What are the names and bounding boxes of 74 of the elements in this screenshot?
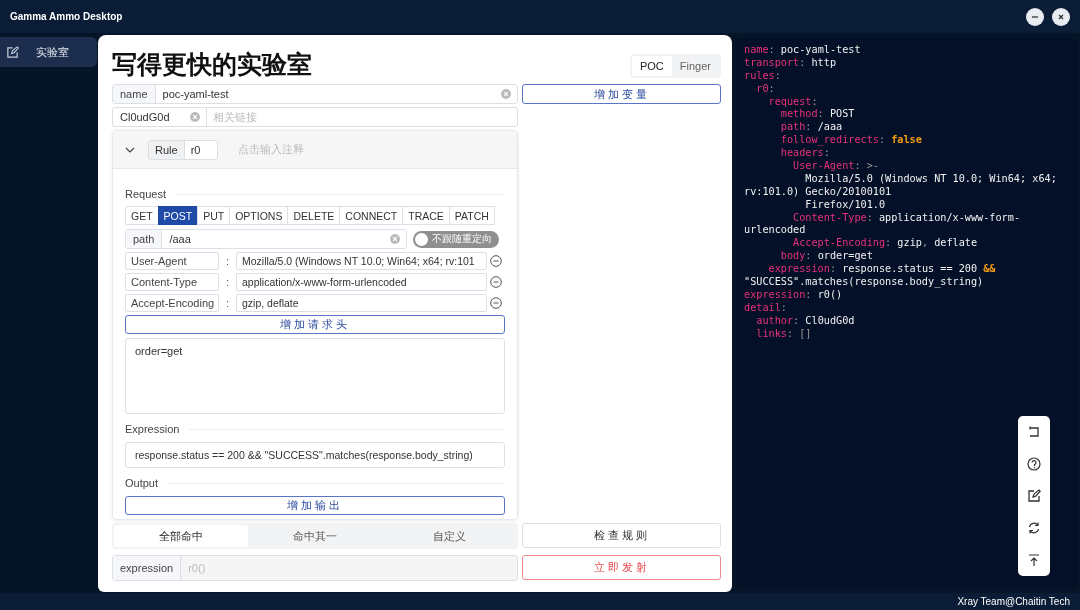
- code-line: Accept-Encoding: gzip, deflate: [792, 237, 979, 251]
- edit-icon[interactable]: [1027, 489, 1041, 503]
- author-field[interactable]: Cl0udG0d: [112, 107, 207, 127]
- rule-id-field[interactable]: Rule r0: [148, 139, 218, 160]
- window-title: Gamma Ammo Desktop: [10, 11, 123, 22]
- code-line: detail:: [744, 301, 788, 315]
- code-line: Content-Type: application/x-www-form-: [792, 211, 1022, 225]
- header-name-field[interactable]: User-Agent: [125, 252, 219, 270]
- method-tab[interactable]: DELETE: [287, 206, 341, 225]
- code-line: name: poc-yaml-test: [744, 44, 862, 57]
- code-line: headers:: [779, 147, 831, 160]
- section-label: Output: [125, 477, 159, 489]
- colon: :: [224, 276, 231, 288]
- minimize-button[interactable]: [1026, 7, 1044, 26]
- colon: :: [224, 255, 231, 267]
- colon: :: [224, 297, 231, 309]
- code-line: User-Agent: >-: [792, 160, 880, 173]
- code-line: Mozilla/5.0 (Windows NT 10.0; Win64; x64;: [804, 172, 1058, 186]
- code-line: links: []: [755, 327, 813, 341]
- code-line: transport: http: [744, 56, 838, 70]
- section-label: Request: [125, 188, 166, 200]
- method-tab[interactable]: GET: [125, 206, 159, 225]
- code-line: expression: r0(): [744, 288, 844, 302]
- remove-icon[interactable]: [490, 255, 502, 267]
- method-tab[interactable]: TRACE: [402, 206, 450, 225]
- add-output-button[interactable]: 增加输出: [125, 496, 505, 515]
- method-tab[interactable]: CONNECT: [339, 206, 404, 225]
- code-line: body: order=get: [779, 250, 874, 264]
- method-tab[interactable]: PATCH: [448, 206, 495, 225]
- code-line: r0:: [755, 82, 776, 96]
- to-top-icon[interactable]: [1027, 553, 1041, 567]
- page-title: 写得更快的实验室: [112, 49, 313, 81]
- mode-tab[interactable]: POC: [631, 56, 672, 76]
- code-line: urlencoded: [744, 224, 807, 238]
- code-line: author: Cl0udG0d: [755, 314, 856, 328]
- match-mode-tab[interactable]: 全部命中: [114, 525, 248, 547]
- header-value-field[interactable]: application/x-www-form-urlencoded: [236, 273, 487, 291]
- code-line: path: /aaa: [779, 121, 844, 135]
- header-value-field[interactable]: gzip, deflate: [236, 294, 487, 312]
- code-line: Firefox/101.0: [804, 198, 887, 212]
- remove-icon[interactable]: [490, 276, 502, 288]
- match-mode-tab[interactable]: 命中其一: [248, 525, 382, 547]
- remove-icon[interactable]: [490, 297, 502, 309]
- expression-input[interactable]: response.status == 200 && "SUCCESS".matches(response.body_string): [125, 442, 505, 468]
- sidebar-item[interactable]: 实验室: [0, 37, 97, 67]
- code-line: "SUCCESS".matches(response.body_string): [744, 276, 985, 289]
- code-line: expression: response.status == 200 &&: [767, 263, 997, 277]
- fire-button[interactable]: 立即发射: [522, 555, 721, 580]
- header-name-field[interactable]: Accept-Encoding: [125, 294, 219, 312]
- close-button[interactable]: [1052, 7, 1070, 26]
- add-header-button[interactable]: 增加请求头: [125, 315, 505, 334]
- body-textarea[interactable]: order=get: [125, 338, 505, 414]
- code-line: rules:: [744, 69, 782, 83]
- method-tab[interactable]: PUT: [197, 206, 231, 225]
- method-tab[interactable]: OPTIONS: [229, 206, 289, 225]
- header-name-field[interactable]: Content-Type: [125, 273, 219, 291]
- edit-icon: [6, 45, 19, 59]
- refresh-icon[interactable]: [1027, 521, 1041, 535]
- header-value-field[interactable]: Mozilla/5.0 (Windows NT 10.0; Win64; x64; rv:101: [236, 252, 487, 270]
- help-icon[interactable]: [1027, 457, 1041, 471]
- code-line: request:: [767, 95, 819, 109]
- match-mode-tab[interactable]: 自定义: [382, 525, 516, 547]
- section-label: Expression: [125, 423, 180, 435]
- check-rules-button[interactable]: 检查规则: [522, 523, 721, 548]
- name-field[interactable]: name poc-yaml-test: [112, 84, 518, 104]
- status-text: Xray Team@Chaitin Tech: [957, 596, 1070, 607]
- code-line: rv:101.0) Gecko/20100101: [744, 185, 893, 199]
- add-variable-button[interactable]: 增加变量: [522, 84, 721, 104]
- return-icon[interactable]: [1027, 425, 1041, 439]
- path-field[interactable]: path /aaa: [125, 229, 407, 249]
- mode-tab[interactable]: Finger: [671, 56, 719, 76]
- code-line: method: POST: [779, 108, 856, 122]
- code-line: follow_redirects: false: [779, 134, 923, 148]
- method-tab[interactable]: POST: [157, 206, 199, 225]
